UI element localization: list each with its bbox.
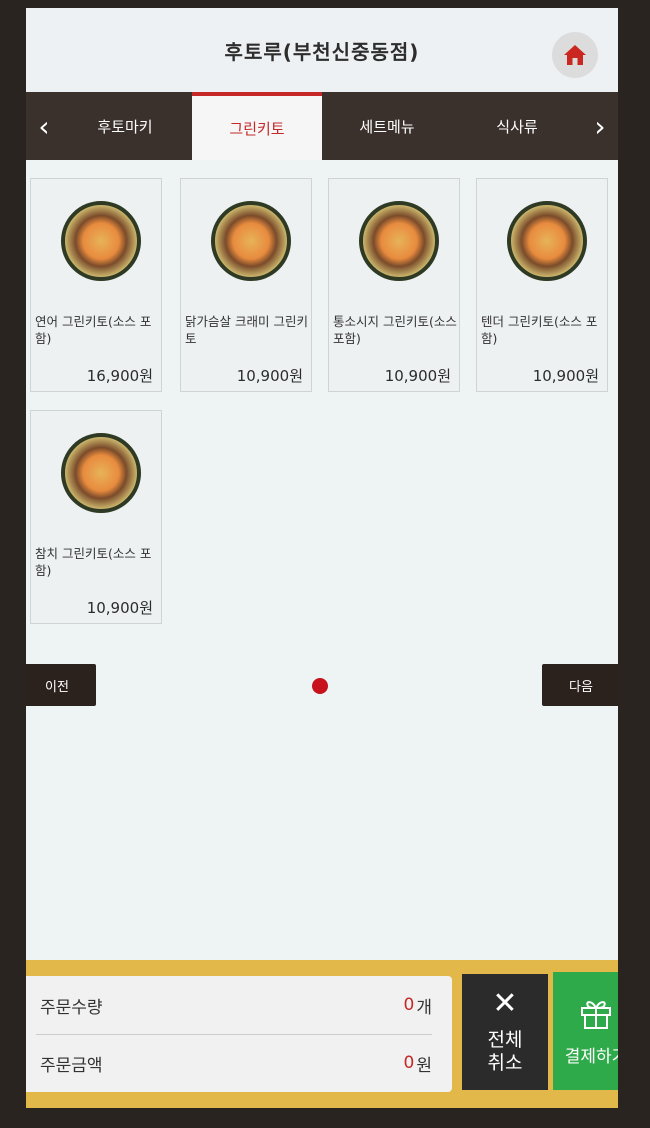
product-price: 16,900원	[86, 367, 153, 385]
order-summary: 주문수량 0 개 주문금액 0 원	[26, 976, 452, 1092]
tab-meals[interactable]: 식사류	[452, 92, 582, 160]
product-image	[211, 201, 291, 281]
product-image	[359, 201, 439, 281]
checkout-button[interactable]: 결제하기	[553, 972, 618, 1090]
home-button[interactable]	[552, 32, 598, 78]
product-name: 통소시지 그린키토(소스 포함)	[333, 314, 457, 346]
cancel-all-label: 전체 취소	[487, 1029, 523, 1074]
tab-futomaki[interactable]: 후토마키	[60, 92, 190, 160]
order-amount-unit: 원	[416, 1055, 432, 1076]
chevron-right-icon: ›	[594, 109, 606, 143]
next-page-button[interactable]: 다음	[542, 664, 618, 706]
product-price: 10,900원	[236, 367, 303, 385]
product-image	[61, 201, 141, 281]
tab-next-arrow[interactable]: ›	[584, 92, 616, 160]
product-name: 텐더 그린키토(소스 포함)	[481, 314, 598, 346]
order-amount-row: 주문금액 0 원	[26, 1034, 452, 1092]
tab-prev-arrow[interactable]: ‹	[28, 92, 60, 160]
prev-page-button[interactable]: 이전	[26, 664, 96, 706]
header: 후토루(부천신중동점)	[26, 8, 618, 92]
chevron-left-icon: ‹	[38, 109, 50, 143]
order-amount-value: 0	[403, 1053, 415, 1073]
product-image	[507, 201, 587, 281]
product-card[interactable]: 통소시지 그린키토(소스 포함) 10,900원	[328, 178, 460, 392]
product-price: 10,900원	[532, 367, 599, 385]
product-card[interactable]: 닭가슴살 크래미 그린키토 10,900원	[180, 178, 312, 392]
product-price: 10,900원	[86, 599, 153, 617]
product-card[interactable]: 텐더 그린키토(소스 포함) 10,900원	[476, 178, 608, 392]
close-icon: ✕	[492, 986, 518, 1021]
kiosk-screen: 후토루(부천신중동점) ‹ 후토마키 그린키토 세트메뉴 식사류 › 연어 그린…	[26, 8, 618, 1108]
order-quantity-unit: 개	[416, 997, 432, 1018]
product-name: 닭가슴살 크래미 그린키토	[185, 314, 308, 346]
order-quantity-label: 주문수량	[40, 997, 103, 1018]
order-quantity-value: 0	[403, 995, 415, 1015]
gift-icon	[581, 1000, 611, 1029]
category-tabs: ‹ 후토마키 그린키토 세트메뉴 식사류 ›	[26, 92, 618, 160]
page-indicator-dot	[312, 678, 328, 694]
product-price: 10,900원	[384, 367, 451, 385]
order-footer: 주문수량 0 개 주문금액 0 원 ✕ 전체 취소 결제하기	[26, 960, 618, 1108]
store-title: 후토루(부천신중동점)	[224, 39, 420, 64]
order-quantity-row: 주문수량 0 개	[26, 976, 452, 1034]
tab-greenkito[interactable]: 그린키토	[192, 92, 322, 160]
product-name: 참치 그린키토(소스 포함)	[35, 546, 152, 578]
home-icon	[564, 45, 586, 65]
checkout-label: 결제하기	[564, 1046, 618, 1067]
product-card[interactable]: 참치 그린키토(소스 포함) 10,900원	[30, 410, 162, 624]
tab-set-menu[interactable]: 세트메뉴	[322, 92, 452, 160]
product-image	[61, 433, 141, 513]
order-amount-label: 주문금액	[40, 1055, 103, 1076]
cancel-all-button[interactable]: ✕ 전체 취소	[462, 974, 548, 1090]
product-name: 연어 그린키토(소스 포함)	[35, 314, 152, 346]
product-card[interactable]: 연어 그린키토(소스 포함) 16,900원	[30, 178, 162, 392]
